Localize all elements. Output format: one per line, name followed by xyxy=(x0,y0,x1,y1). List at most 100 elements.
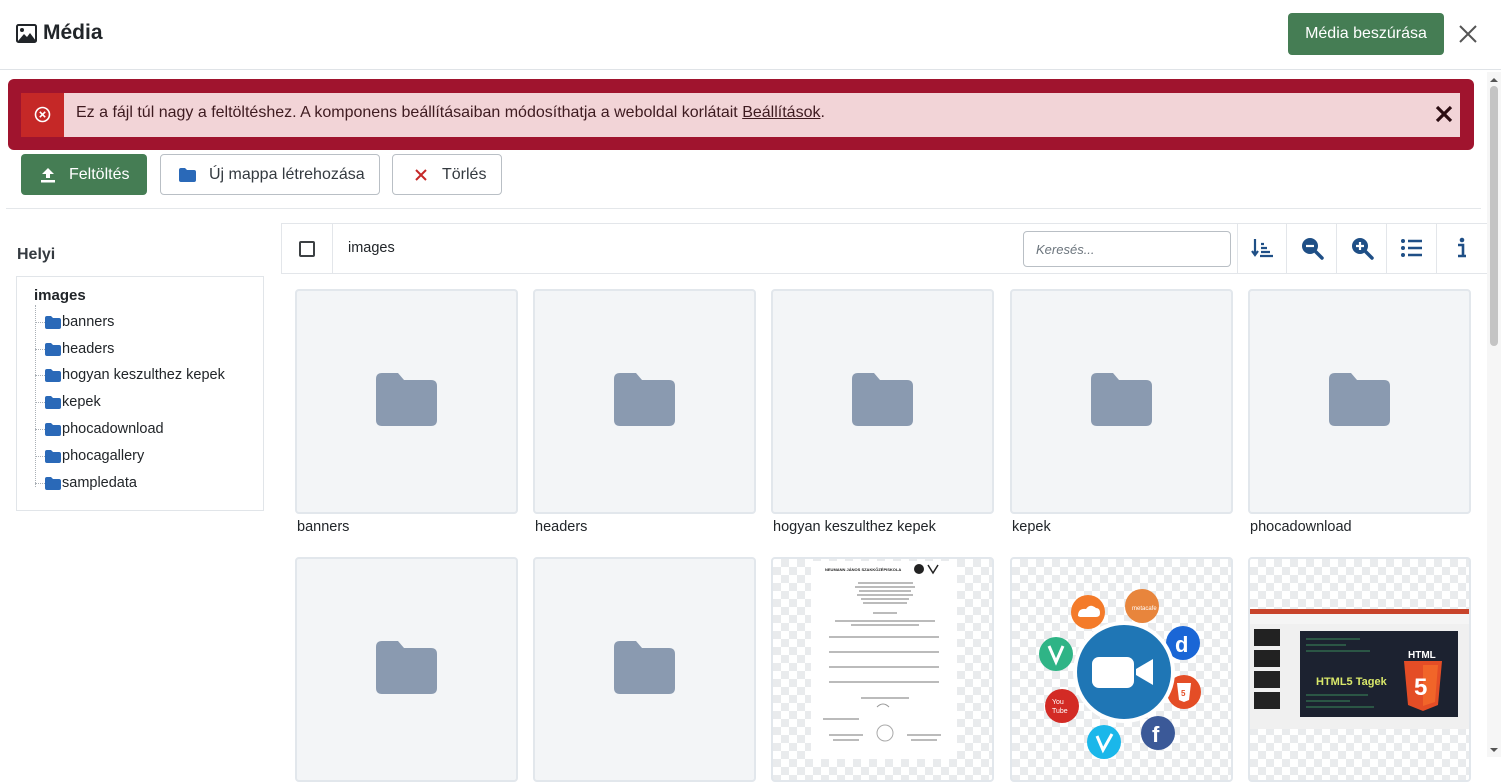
zoom-in-icon[interactable] xyxy=(1350,236,1374,260)
folder-icon xyxy=(45,395,61,409)
scrollbar[interactable] xyxy=(1487,72,1501,757)
folder-icon xyxy=(376,373,437,426)
close-icon[interactable] xyxy=(1456,22,1480,46)
document-thumbnail: NEUMANN JÁNOS SZAKKÖZÉPISKOLA xyxy=(811,561,957,759)
tree-item-label: headers xyxy=(62,341,115,357)
slides-thumbnail: HTML5 Tagek HTML 5 xyxy=(1250,609,1469,729)
svg-text:metacafe: metacafe xyxy=(1132,606,1157,612)
browser-toolbar: images xyxy=(281,223,1487,274)
image-icon xyxy=(16,24,37,43)
insert-media-button[interactable]: Média beszúrása xyxy=(1288,13,1444,55)
svg-text:f: f xyxy=(1152,722,1160,747)
alert-message: Ez a fájl túl nagy a feltöltéshez. A kom… xyxy=(76,104,825,122)
upload-button[interactable]: Feltöltés xyxy=(21,154,147,195)
folder-tile-phocadownload[interactable] xyxy=(1248,289,1471,514)
upload-icon xyxy=(41,167,55,182)
tree-root-images[interactable]: images xyxy=(34,287,86,304)
alert-close-icon[interactable] xyxy=(1434,104,1454,124)
cert-header: NEUMANN JÁNOS SZAKKÖZÉPISKOLA xyxy=(825,567,901,572)
svg-text:d: d xyxy=(1175,632,1188,657)
tile-label: kepek xyxy=(1012,519,1051,535)
alert-trailing: . xyxy=(820,104,825,121)
folder-tile-kepek[interactable] xyxy=(1010,289,1233,514)
folder-icon xyxy=(1091,373,1152,426)
scrollbar-thumb[interactable] xyxy=(1490,86,1498,346)
search-input[interactable] xyxy=(1023,231,1231,267)
tree-item-hogyan-keszulthez-kepek[interactable]: hogyan keszulthez kepek xyxy=(35,365,225,385)
select-all-checkbox[interactable] xyxy=(299,241,315,257)
folder-icon xyxy=(376,641,437,694)
folder-tile-banners[interactable] xyxy=(295,289,518,514)
tile-label: headers xyxy=(535,519,588,535)
folder-icon xyxy=(45,342,61,356)
image-tile-social-icons[interactable]: metacafe d You Tube 5 f xyxy=(1010,557,1233,782)
tree-item-label: kepek xyxy=(62,394,101,410)
delete-x-icon xyxy=(415,168,427,181)
delete-button[interactable]: Törlés xyxy=(392,154,502,195)
svg-text:5: 5 xyxy=(1181,689,1186,698)
upload-label: Feltöltés xyxy=(69,165,130,183)
separator xyxy=(1336,224,1337,273)
breadcrumb[interactable]: images xyxy=(348,240,395,256)
tree-item-phocadownload[interactable]: phocadownload xyxy=(35,419,164,439)
separator xyxy=(1286,224,1287,273)
separator xyxy=(332,224,333,273)
tree-item-sampledata[interactable]: sampledata xyxy=(35,473,137,493)
folder-icon xyxy=(614,373,675,426)
folder-icon xyxy=(45,476,61,490)
delete-label: Törlés xyxy=(442,165,487,183)
folder-icon xyxy=(45,422,61,436)
image-tile-certificate[interactable]: NEUMANN JÁNOS SZAKKÖZÉPISKOLA xyxy=(771,557,994,782)
tile-label: banners xyxy=(297,519,350,535)
folder-icon xyxy=(614,641,675,694)
scroll-down-arrow-icon[interactable] xyxy=(1487,744,1501,756)
separator xyxy=(1436,224,1437,273)
tree-item-headers[interactable]: headers xyxy=(35,339,114,359)
separator xyxy=(1386,224,1387,273)
tree-item-label: phocagallery xyxy=(62,448,145,464)
svg-text:You: You xyxy=(1052,699,1064,706)
settings-link[interactable]: Beállítások xyxy=(742,104,820,121)
folder-icon xyxy=(45,449,61,463)
folder-icon xyxy=(179,167,196,182)
social-icons-thumbnail: metacafe d You Tube 5 f xyxy=(1039,589,1201,759)
folder-tile-headers[interactable] xyxy=(533,289,756,514)
tree-item-label: banners xyxy=(62,314,115,330)
sort-icon[interactable] xyxy=(1250,236,1274,260)
tree-item-kepek[interactable]: kepek xyxy=(35,392,101,412)
separator xyxy=(1237,224,1238,273)
folder-tile-sampledata[interactable] xyxy=(533,557,756,782)
folder-icon xyxy=(852,373,913,426)
modal-title: Média xyxy=(43,21,103,44)
folder-tile-hogyan-keszulthez-kepek[interactable] xyxy=(771,289,994,514)
alert-message-text: Ez a fájl túl nagy a feltöltéshez. A kom… xyxy=(76,104,738,121)
tile-label: phocadownload xyxy=(1250,519,1352,535)
scroll-up-arrow-icon[interactable] xyxy=(1487,74,1501,86)
svg-text:Tube: Tube xyxy=(1052,708,1068,715)
tile-label: hogyan keszulthez kepek xyxy=(773,519,936,535)
error-icon-box xyxy=(21,93,64,137)
modal-header: Média Média beszúrása xyxy=(0,0,1501,70)
new-folder-button[interactable]: Új mappa létrehozása xyxy=(160,154,380,195)
folder-tile-phocagallery[interactable] xyxy=(295,557,518,782)
html-badge-text: HTML xyxy=(1408,650,1436,661)
sidebar-title: Helyi xyxy=(17,246,56,263)
folder-icon xyxy=(45,368,61,382)
tree-item-banners[interactable]: banners xyxy=(35,312,114,332)
folder-tree: images banners headers hogyan keszulthez… xyxy=(16,276,264,511)
image-tile-html5-slides[interactable]: HTML5 Tagek HTML 5 xyxy=(1248,557,1471,782)
zoom-out-icon[interactable] xyxy=(1300,236,1324,260)
info-icon[interactable] xyxy=(1450,236,1474,260)
list-view-icon[interactable] xyxy=(1400,236,1424,260)
folder-icon xyxy=(45,315,61,329)
tree-item-label: phocadownload xyxy=(62,421,164,437)
tree-item-phocagallery[interactable]: phocagallery xyxy=(35,446,144,466)
tree-item-label: sampledata xyxy=(62,475,137,491)
toolbar-divider xyxy=(6,208,1481,209)
error-icon xyxy=(34,106,51,123)
new-folder-label: Új mappa létrehozása xyxy=(209,165,365,183)
slide-title: HTML5 Tagek xyxy=(1316,676,1388,688)
folder-icon xyxy=(1329,373,1390,426)
tree-item-label: hogyan keszulthez kepek xyxy=(62,367,225,383)
svg-text:5: 5 xyxy=(1414,674,1427,701)
